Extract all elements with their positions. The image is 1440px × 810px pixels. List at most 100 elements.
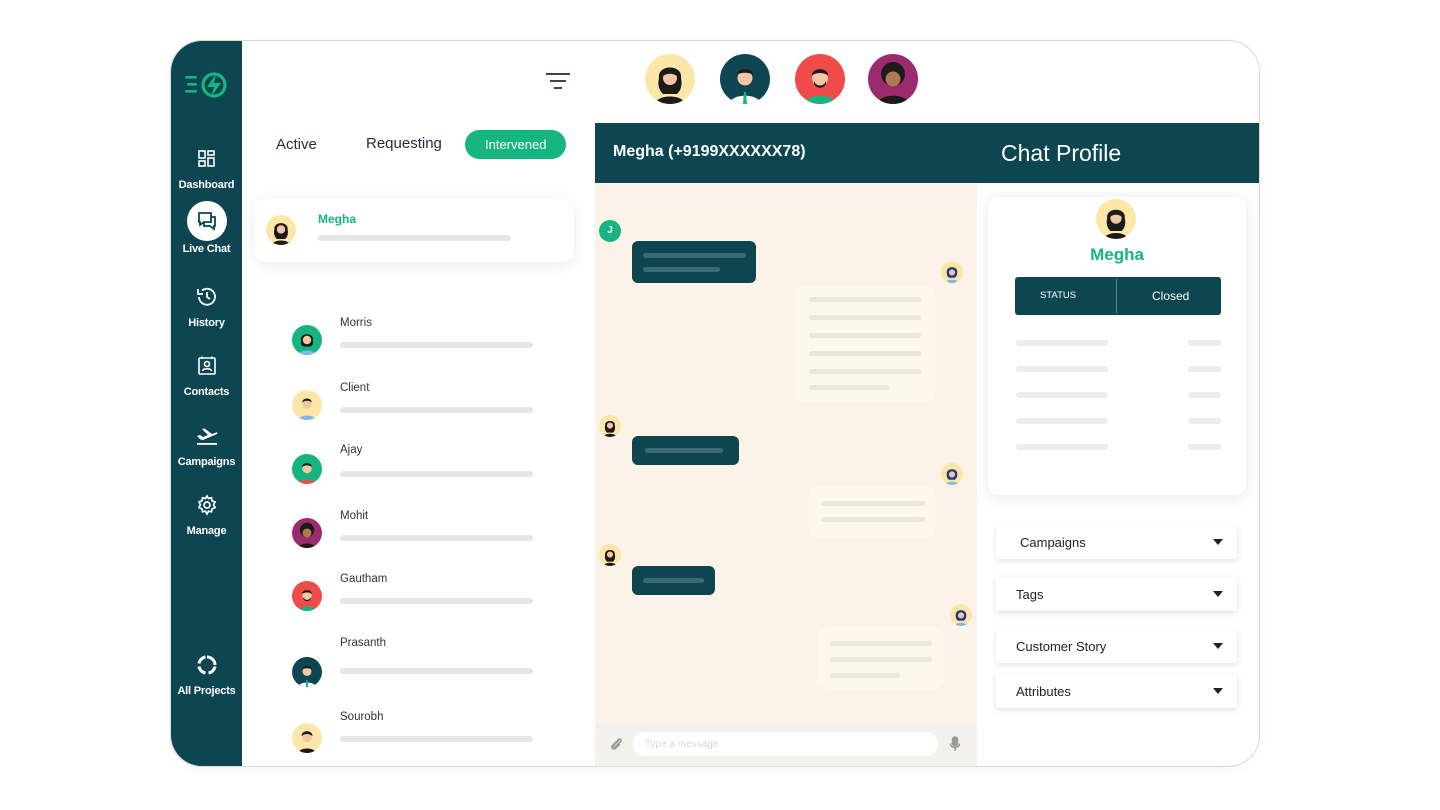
contact-name: Morris — [340, 317, 372, 329]
sidebar-item-label: Live Chat — [182, 243, 231, 255]
tags-dropdown[interactable]: Tags — [996, 577, 1237, 611]
attributes-dropdown[interactable]: Attributes — [996, 674, 1237, 708]
campaigns-dropdown[interactable]: Campaigns — [996, 525, 1237, 559]
agent-avatar-1[interactable] — [645, 54, 695, 104]
sidebar-item-label: Manage — [186, 525, 227, 537]
tab-requesting[interactable]: Requesting — [366, 135, 442, 152]
paperclip-icon[interactable] — [609, 736, 623, 752]
divider — [1116, 279, 1117, 313]
avatar — [941, 261, 963, 283]
avatar — [599, 544, 621, 566]
sidebar: Dashboard Live Chat History Contacts Cam… — [171, 41, 242, 766]
list-item[interactable]: Ajay — [242, 444, 595, 518]
list-item[interactable]: Prasanth — [242, 637, 595, 711]
contact-name: Megha — [318, 212, 357, 226]
contact-name: Mohit — [340, 510, 369, 522]
outgoing-message — [809, 486, 935, 538]
dropdown-label: Campaigns — [1020, 535, 1086, 550]
tab-active[interactable]: Active — [276, 136, 317, 153]
ring-icon — [187, 645, 227, 685]
sidebar-item-label: History — [188, 317, 225, 329]
contact-name: Ajay — [340, 444, 363, 456]
avatar — [292, 390, 322, 420]
sidebar-item-history[interactable]: History — [171, 277, 242, 329]
avatar — [292, 454, 322, 484]
app-window: Dashboard Live Chat History Contacts Cam… — [170, 40, 1260, 767]
chat-header: Megha (+9199XXXXXX78) — [595, 123, 977, 183]
message-preview — [340, 668, 533, 674]
list-item[interactable]: Megha — [254, 198, 574, 262]
message-preview — [340, 736, 533, 742]
contact-name: Client — [340, 382, 370, 394]
avatar — [941, 463, 963, 485]
agent-avatar-3[interactable] — [795, 54, 845, 104]
incoming-message — [632, 436, 739, 465]
brand-logo — [185, 72, 227, 98]
list-item[interactable]: Client — [242, 382, 595, 456]
filter-icon[interactable] — [544, 71, 572, 91]
message-composer — [595, 724, 977, 766]
sidebar-item-live-chat[interactable]: Live Chat — [171, 201, 242, 255]
outgoing-message — [795, 285, 935, 403]
list-item[interactable]: Mohit — [242, 510, 595, 584]
message-preview — [318, 235, 511, 241]
sidebar-item-campaigns[interactable]: Campaigns — [171, 416, 242, 468]
message-preview — [340, 471, 533, 477]
incoming-message — [632, 566, 715, 595]
message-input[interactable] — [633, 732, 938, 756]
list-item[interactable]: Gautham — [242, 573, 595, 647]
contact-name: Sourobh — [340, 711, 384, 723]
message-preview — [340, 407, 533, 413]
caret-down-icon — [1213, 591, 1223, 597]
avatar — [950, 604, 972, 626]
list-item[interactable]: Sourobh — [242, 711, 595, 766]
agent-initial-badge: J — [599, 220, 621, 242]
sidebar-item-label: Dashboard — [178, 179, 235, 191]
chat-icon — [186, 201, 227, 241]
caret-down-icon — [1213, 643, 1223, 649]
contact-name: Prasanth — [340, 637, 387, 649]
contact-name: Gautham — [340, 573, 388, 585]
incoming-message — [632, 241, 756, 283]
top-bar — [242, 41, 1259, 123]
dropdown-label: Tags — [1016, 587, 1044, 602]
sidebar-item-manage[interactable]: Manage — [171, 485, 242, 537]
dropdown-label: Customer Story — [1016, 639, 1107, 654]
sidebar-item-contacts[interactable]: Contacts — [171, 346, 242, 398]
profile-card: Megha STATUS Closed — [988, 197, 1246, 495]
airplane-icon — [187, 416, 227, 456]
status-label: STATUS — [1040, 290, 1077, 301]
contact-card-icon — [187, 346, 227, 386]
avatar — [1096, 199, 1136, 239]
avatar — [292, 581, 322, 611]
profile-name: Megha — [1090, 245, 1144, 264]
agent-avatar-4[interactable] — [868, 54, 918, 104]
outgoing-message — [818, 627, 944, 689]
sidebar-item-label: Campaigns — [177, 456, 236, 468]
customer-story-dropdown[interactable]: Customer Story — [996, 629, 1237, 663]
sidebar-item-dashboard[interactable]: Dashboard — [171, 139, 242, 191]
chat-title: Megha (+9199XXXXXX78) — [613, 143, 806, 160]
status-value: Closed — [1152, 289, 1190, 303]
grid-icon — [187, 139, 227, 179]
tab-intervened[interactable]: Intervened — [465, 130, 567, 159]
conversation-tabs: Active Requesting Intervened — [242, 123, 595, 195]
message-preview — [340, 342, 533, 348]
profile-header: Chat Profile — [977, 123, 1259, 183]
gear-icon — [187, 485, 227, 525]
message-preview — [340, 535, 533, 541]
message-preview — [340, 598, 533, 604]
caret-down-icon — [1213, 688, 1223, 694]
avatar — [292, 657, 322, 687]
avatar — [599, 415, 621, 437]
profile-heading: Chat Profile — [1001, 140, 1122, 166]
agent-avatar-2[interactable] — [720, 54, 770, 104]
microphone-icon[interactable] — [949, 736, 961, 752]
avatar — [266, 215, 296, 245]
sidebar-item-all-projects[interactable]: All Projects — [171, 645, 242, 697]
list-item[interactable]: Morris — [242, 317, 595, 391]
sidebar-item-label: Contacts — [183, 386, 230, 398]
history-icon — [187, 277, 227, 317]
avatar — [292, 723, 322, 753]
sidebar-item-label: All Projects — [177, 685, 236, 697]
